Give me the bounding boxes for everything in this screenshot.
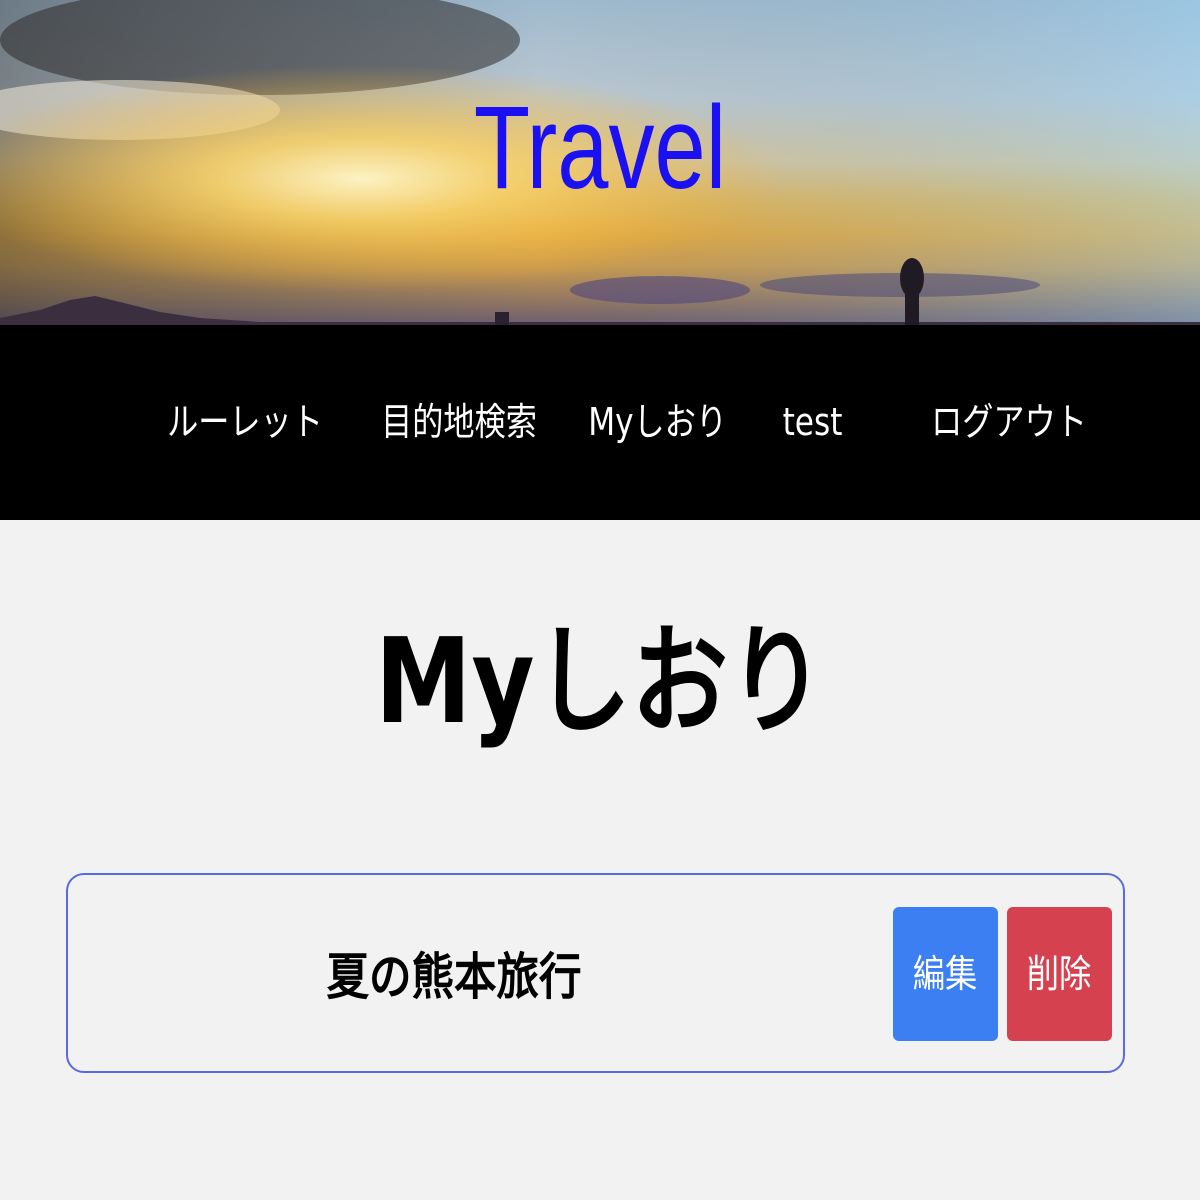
nav-item-destination-search[interactable]: 目的地検索 [381,397,537,447]
delete-button-label: 削除 [1027,952,1092,996]
site-title[interactable]: Travel [132,78,1068,218]
hero-banner: Travel [0,0,1200,325]
edit-button[interactable]: 編集 [893,907,998,1041]
edit-button-label: 編集 [913,952,978,996]
shiori-title[interactable]: 夏の熊本旅行 [327,937,582,1017]
shiori-card: 夏の熊本旅行 編集 削除 [66,873,1125,1073]
nav-item-roulette[interactable]: ルーレット [167,397,323,447]
main-navbar: ルーレット 目的地検索 Myしおり test ログアウト [0,325,1200,520]
nav-item-test[interactable]: test [783,397,843,447]
nav-item-logout[interactable]: ログアウト [931,397,1087,447]
nav-item-my-shiori[interactable]: Myしおり [588,397,727,447]
page-title: Myしおり [375,612,825,751]
delete-button[interactable]: 削除 [1007,907,1112,1041]
